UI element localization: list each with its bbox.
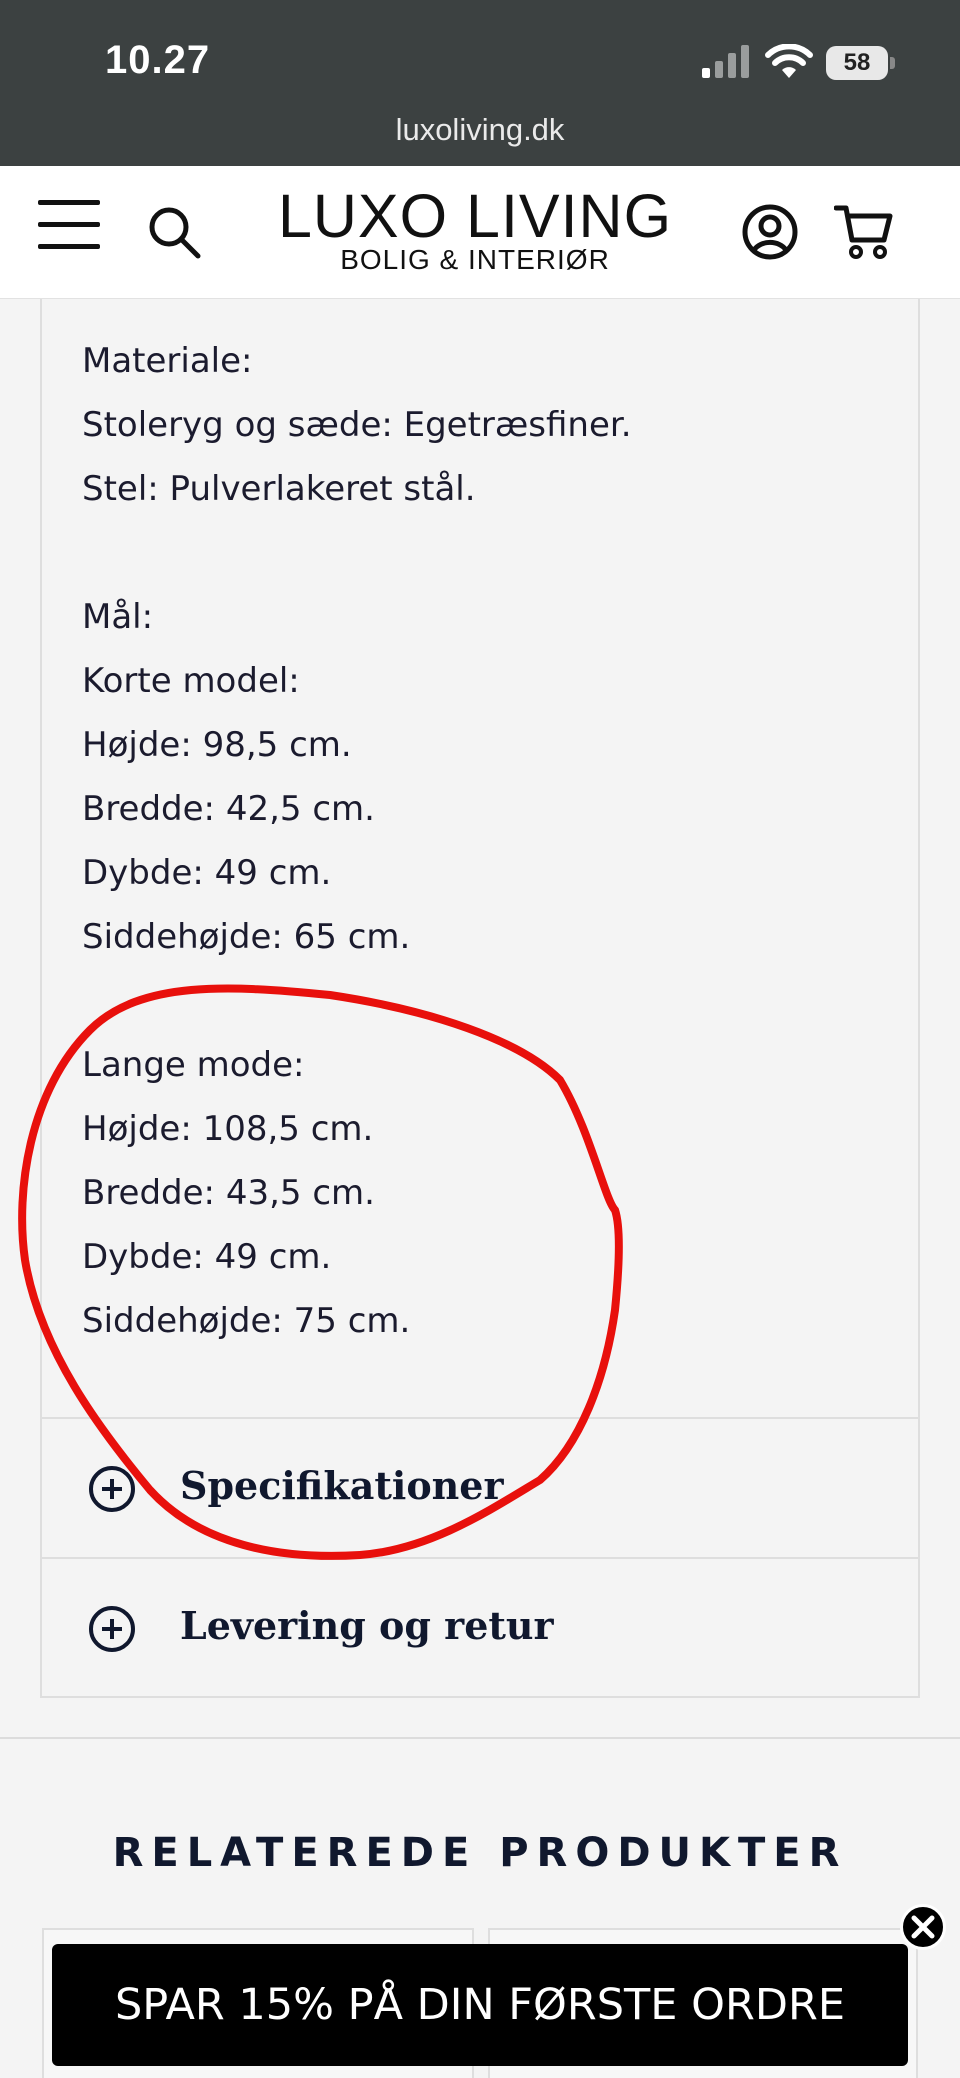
plus-circle-icon bbox=[89, 1466, 135, 1512]
accordion-label: Specifikationer bbox=[180, 1463, 504, 1508]
site-header: LUXO LIVING BOLIG & INTERIØR bbox=[0, 166, 960, 299]
accordion-label: Levering og retur bbox=[180, 1603, 554, 1648]
status-time: 10.27 bbox=[105, 38, 211, 82]
site-logo[interactable]: LUXO LIVING BOLIG & INTERIØR bbox=[270, 182, 680, 276]
description-line: Dybde: 49 cm. bbox=[82, 1237, 332, 1277]
promo-banner[interactable]: SPAR 15% PÅ DIN FØRSTE ORDRE bbox=[52, 1944, 908, 2066]
description-line: Stoleryg og sæde: Egetræsfiner. bbox=[82, 405, 632, 445]
description-line: Dybde: 49 cm. bbox=[82, 853, 332, 893]
search-icon[interactable] bbox=[144, 202, 204, 262]
section-divider bbox=[0, 1737, 960, 1739]
description-line: Materiale: bbox=[82, 341, 253, 381]
menu-icon[interactable] bbox=[38, 198, 100, 250]
status-bar: 10.27 58 luxoliving.dk bbox=[0, 0, 960, 166]
plus-circle-icon bbox=[89, 1606, 135, 1652]
description-line: Stel: Pulverlakeret stål. bbox=[82, 469, 476, 509]
description-line: Korte model: bbox=[82, 661, 300, 701]
logo-title: LUXO LIVING bbox=[277, 182, 673, 250]
description-line: Siddehøjde: 75 cm. bbox=[82, 1301, 411, 1341]
wifi-icon bbox=[765, 44, 813, 78]
description-line: Bredde: 43,5 cm. bbox=[82, 1173, 375, 1213]
description-line: Højde: 98,5 cm. bbox=[82, 725, 352, 765]
address-bar[interactable]: luxoliving.dk bbox=[0, 112, 960, 148]
accordion-levering-og-retur[interactable]: Levering og retur bbox=[42, 1557, 918, 1697]
description-line: Mål: bbox=[82, 597, 154, 637]
description-line: Siddehøjde: 65 cm. bbox=[82, 917, 411, 957]
battery-icon: 58 bbox=[826, 46, 896, 80]
battery-level: 58 bbox=[826, 46, 888, 80]
accordion-specifikationer[interactable]: Specifikationer bbox=[42, 1417, 918, 1557]
product-description-text: Materiale: Stoleryg og sæde: Egetræsfine… bbox=[82, 336, 632, 1360]
description-line: Lange mode: bbox=[82, 1045, 305, 1085]
description-line: Bredde: 42,5 cm. bbox=[82, 789, 375, 829]
close-icon[interactable] bbox=[900, 1904, 946, 1950]
cart-icon[interactable] bbox=[834, 202, 894, 262]
description-line: Højde: 108,5 cm. bbox=[82, 1109, 374, 1149]
cellular-signal-icon bbox=[702, 45, 749, 78]
account-icon[interactable] bbox=[740, 202, 800, 262]
related-products-title: RELATEREDE PRODUKTER bbox=[112, 1830, 848, 1876]
